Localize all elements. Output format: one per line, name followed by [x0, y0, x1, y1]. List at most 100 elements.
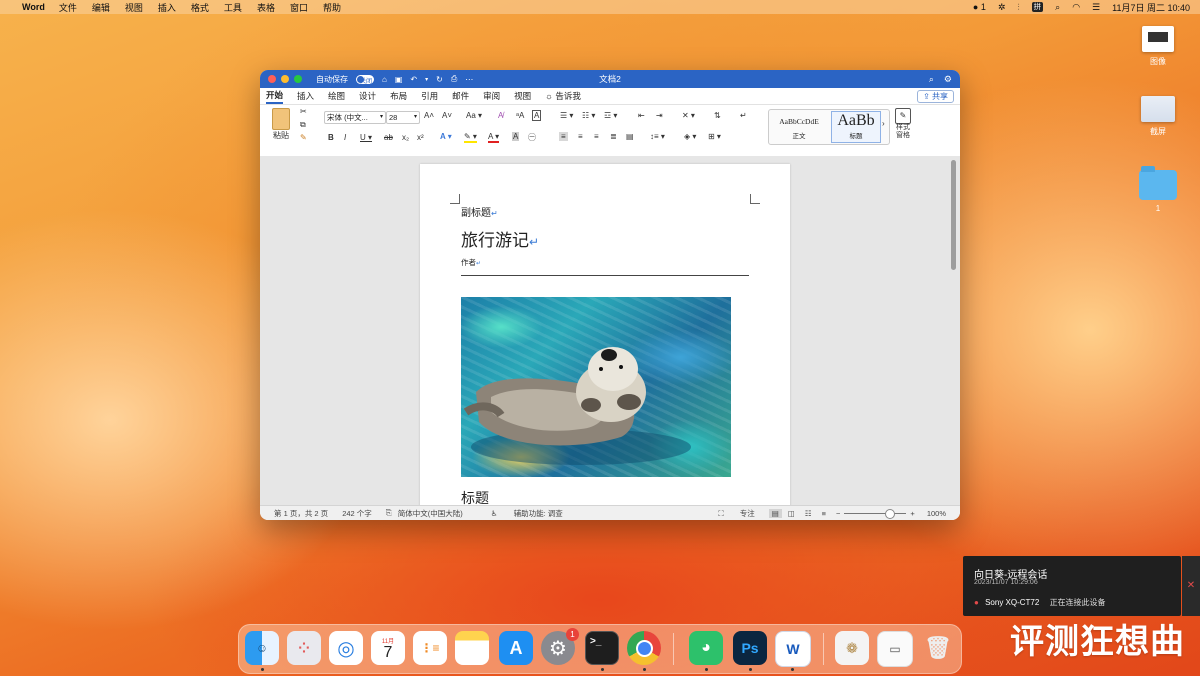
more-icon[interactable]: ⋯ — [465, 75, 473, 84]
close-window-button[interactable] — [268, 75, 276, 83]
menu-item-window[interactable]: 窗口 — [290, 1, 308, 14]
align-right-icon[interactable]: ≡ — [594, 132, 599, 141]
document-canvas[interactable]: 副标题↵ 旅行游记↵ 作者↵ 标题 — [260, 156, 960, 506]
format-painter-icon[interactable]: ✎ — [300, 133, 307, 142]
sort-icon[interactable]: ⇅ — [714, 111, 721, 120]
chevron-down-icon[interactable]: ▾ — [425, 76, 428, 83]
menu-item-help[interactable]: 帮助 — [323, 1, 341, 14]
change-case-button[interactable]: Aa ▾ — [466, 111, 482, 120]
autosave-toggle[interactable]: 关闭 — [356, 74, 374, 85]
copy-icon[interactable]: ⧉ — [300, 120, 306, 130]
reminders-icon[interactable]: ⋮≡ — [413, 631, 447, 665]
web-layout-icon[interactable]: ◫ — [788, 509, 795, 518]
accessibility-status[interactable]: ♿ 辅助功能: 调查 — [477, 508, 563, 519]
underline-icon[interactable]: U ▾ — [360, 133, 372, 142]
chevron-right-icon[interactable]: › — [882, 119, 885, 128]
styles-pane-button[interactable]: ✎ 样式 窗格 — [892, 108, 914, 140]
finder-icon[interactable]: ☺ — [245, 631, 279, 665]
photoshop-icon[interactable]: Ps — [733, 631, 767, 665]
justify-icon[interactable]: ≣ — [610, 132, 617, 141]
borders-icon[interactable]: ⊞ ▾ — [708, 132, 721, 141]
show-marks-icon[interactable]: ↵ — [740, 111, 747, 120]
tab-layout[interactable]: 布局 — [390, 90, 407, 102]
word-icon[interactable]: W — [775, 631, 811, 667]
tab-draw[interactable]: 绘图 — [328, 90, 345, 102]
tab-insert[interactable]: 插入 — [297, 90, 314, 102]
distributed-icon[interactable]: ▤ — [626, 132, 634, 141]
grow-font-icon[interactable]: A˄ — [424, 111, 434, 120]
align-center-icon[interactable]: ≡ — [578, 132, 583, 141]
notes-icon[interactable] — [455, 631, 489, 665]
input-source-indicator[interactable]: 拼 — [1031, 2, 1044, 12]
remote-session-notification[interactable]: 向日葵-远程会话 2023/11/07 10:29:06 ● Sony XQ-C… — [963, 556, 1181, 616]
launchpad-icon[interactable]: ⁘ — [287, 631, 321, 665]
document-page[interactable]: 副标题↵ 旅行游记↵ 作者↵ 标题 — [420, 164, 790, 506]
asian-layout-icon[interactable]: ✕ ▾ — [682, 111, 695, 120]
print-layout-icon[interactable]: ▤ — [768, 508, 782, 518]
zoom-in-icon[interactable]: + — [910, 509, 914, 518]
audio-icon[interactable]: ⫶ — [1017, 2, 1019, 13]
proofing-icon[interactable]: ⎘ — [386, 508, 392, 518]
highlight-icon[interactable]: ✎ ▾ — [464, 132, 477, 143]
menu-clock[interactable]: 11月7日 周二 10:40 — [1112, 1, 1190, 14]
align-left-icon[interactable]: ≡ — [559, 132, 568, 141]
zoom-slider[interactable] — [844, 508, 907, 519]
multilevel-list-icon[interactable]: ☲ ▾ — [604, 111, 617, 120]
menu-item-tools[interactable]: 工具 — [224, 1, 242, 14]
zoom-level[interactable]: 100% — [927, 509, 946, 518]
vertical-scrollbar[interactable] — [951, 160, 956, 270]
font-size-select[interactable]: 28 ▾ — [386, 111, 420, 124]
recent-document-icon[interactable]: ▭ — [877, 631, 913, 667]
tab-view[interactable]: 视图 — [514, 90, 531, 102]
otter-photo[interactable] — [461, 297, 731, 477]
enclose-char-icon[interactable]: ㊀ — [528, 132, 536, 143]
text-effects-icon[interactable]: A ▾ — [440, 132, 452, 141]
strikethrough-icon[interactable]: ab — [384, 133, 393, 142]
print-icon[interactable]: ⎙ — [451, 74, 457, 84]
wechat-status[interactable]: ● 1 — [973, 2, 986, 12]
tab-references[interactable]: 引用 — [421, 90, 438, 102]
doc-subtitle[interactable]: 副标题↵ — [461, 204, 498, 219]
wifi-icon[interactable]: ◠ — [1072, 2, 1080, 13]
redo-icon[interactable]: ↻ — [436, 75, 443, 84]
account-icon[interactable]: ⚙ — [944, 74, 952, 85]
control-center-icon[interactable]: ☰ — [1092, 2, 1100, 13]
close-icon[interactable]: ✕ — [1182, 556, 1200, 616]
zoom-out-icon[interactable]: − — [836, 509, 840, 518]
tell-me-search[interactable]: ☼ 告诉我 — [545, 90, 581, 102]
shading-icon[interactable]: ◈ ▾ — [684, 132, 696, 141]
search-icon[interactable]: ⌕ — [929, 74, 934, 85]
bold-icon[interactable]: B — [328, 133, 334, 142]
trash-icon[interactable]: 🗑 — [921, 631, 955, 665]
sunflower-icon[interactable]: ✲ — [998, 2, 1006, 13]
font-color-icon[interactable]: A ▾ — [488, 132, 500, 143]
doc-author[interactable]: 作者↵ — [461, 257, 481, 268]
char-border-icon[interactable]: A — [532, 110, 542, 121]
style-normal[interactable]: AaBbCcDdE 正文 — [773, 112, 825, 140]
menu-item-format[interactable]: 格式 — [191, 1, 209, 14]
tab-home[interactable]: 开始 — [266, 89, 284, 104]
doc-title[interactable]: 旅行游记↵ — [461, 226, 539, 251]
wechat-icon[interactable]: ◕ — [689, 631, 723, 665]
menu-item-insert[interactable]: 插入 — [158, 1, 176, 14]
draft-view-icon[interactable]: ≡ — [822, 509, 826, 518]
safari-icon[interactable]: ◎ — [329, 631, 363, 665]
font-name-select[interactable]: 宋体 (中文... ▾ — [324, 111, 386, 124]
menu-item-file[interactable]: 文件 — [59, 1, 77, 14]
search-icon[interactable]: ⌕ — [1055, 2, 1060, 13]
clear-format-icon[interactable]: A̸ — [498, 111, 503, 120]
italic-icon[interactable]: I — [344, 133, 346, 142]
menu-item-view[interactable]: 视图 — [125, 1, 143, 14]
desktop-item-screenshot[interactable]: 截屏 — [1128, 96, 1188, 137]
minimize-window-button[interactable] — [281, 75, 289, 83]
terminal-icon[interactable]: >_ — [585, 631, 619, 665]
cut-icon[interactable]: ✂ — [300, 107, 307, 116]
outline-view-icon[interactable]: ☷ — [805, 509, 812, 518]
increase-indent-icon[interactable]: ⇥ — [656, 111, 663, 120]
char-shading-icon[interactable]: A — [512, 132, 520, 141]
menu-app-name[interactable]: Word — [22, 2, 45, 12]
superscript-icon[interactable]: x² — [417, 133, 424, 142]
doc-next-heading[interactable]: 标题 — [461, 488, 489, 506]
tab-design[interactable]: 设计 — [359, 90, 376, 102]
status-language[interactable]: 简体中文(中国大陆) — [398, 508, 463, 519]
